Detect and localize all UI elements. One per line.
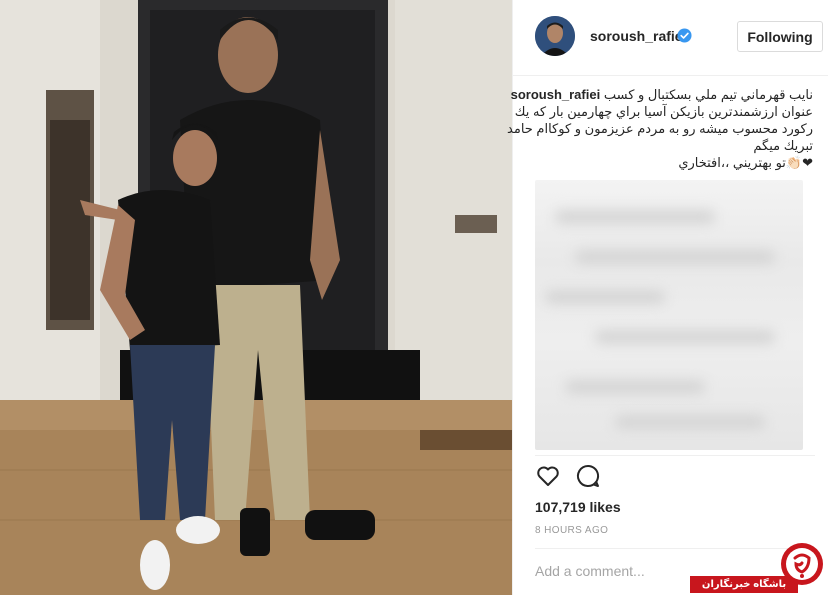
post-timestamp[interactable]: 8 HOURS AGO xyxy=(535,525,608,536)
caption-line: ❤👏🏻تو بهتريني ،،افتخاري xyxy=(678,155,813,170)
following-button[interactable]: Following xyxy=(737,21,823,52)
watermark-logo: باشگاه خبرنگاران xyxy=(688,538,828,595)
post-sidebar: soroush_rafiei Following نايب قهرماني تي… xyxy=(507,0,828,595)
verified-badge-icon xyxy=(677,28,692,43)
blurred-comments xyxy=(535,180,803,450)
caption-line: ركورد محسوب ميشه رو به مردم عزيزمون و كو… xyxy=(507,121,813,136)
avatar-image xyxy=(535,16,575,56)
caption-username-link[interactable]: soroush_rafiei xyxy=(511,87,601,102)
post-caption: نايب قهرماني تيم ملي بسكتبال و كسب sorou… xyxy=(507,86,813,171)
caption-line-text: نايب قهرماني تيم ملي بسكتبال و كسب xyxy=(603,87,813,102)
username-link[interactable]: soroush_rafiei xyxy=(590,28,686,44)
caption-line: عنوان ارزشمندترين بازيكن آسيا براي چهارم… xyxy=(514,104,813,119)
post-header: soroush_rafiei Following xyxy=(513,0,828,76)
post-photo[interactable] xyxy=(0,0,512,595)
divider xyxy=(535,455,815,456)
comment-icon[interactable] xyxy=(575,463,601,489)
likes-count[interactable]: 107,719 likes xyxy=(535,499,621,515)
caption-line: نايب قهرماني تيم ملي بسكتبال و كسب sorou… xyxy=(511,86,813,103)
avatar[interactable] xyxy=(535,16,575,56)
watermark-emblem-icon xyxy=(781,543,823,585)
caption-line: تبريك ميگم xyxy=(753,138,813,153)
post-image xyxy=(0,0,512,595)
heart-icon[interactable] xyxy=(535,463,561,489)
